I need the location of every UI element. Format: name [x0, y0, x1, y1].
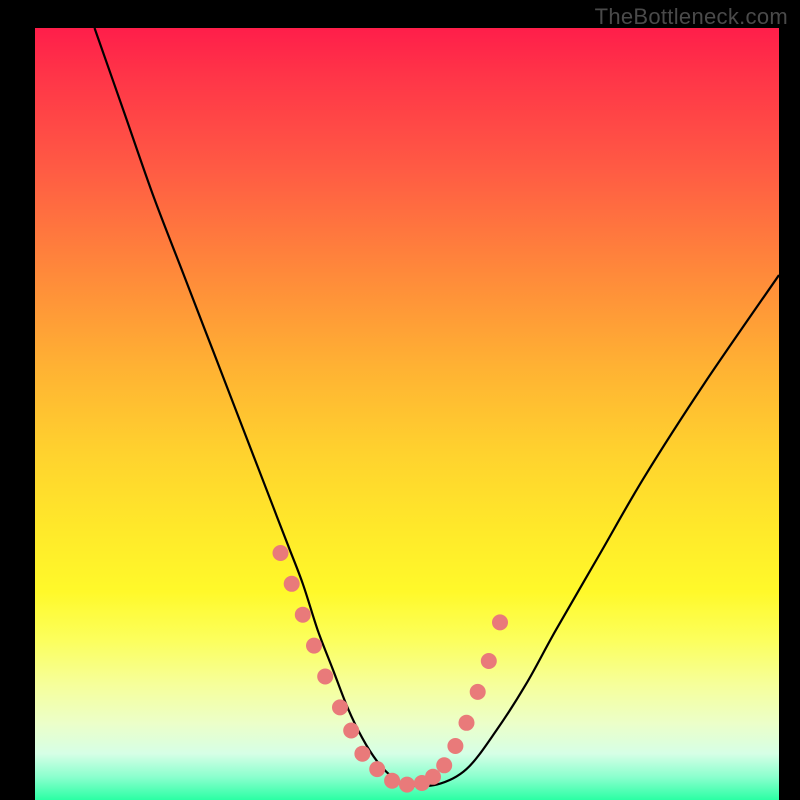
marker-point — [425, 769, 441, 785]
marker-point — [492, 614, 508, 630]
marker-point — [369, 761, 385, 777]
highlight-points — [273, 545, 509, 793]
chart-svg — [35, 28, 779, 800]
marker-point — [273, 545, 289, 561]
marker-point — [481, 653, 497, 669]
marker-point — [447, 738, 463, 754]
marker-point — [354, 746, 370, 762]
marker-point — [284, 576, 300, 592]
watermark-text: TheBottleneck.com — [595, 4, 788, 30]
marker-point — [332, 699, 348, 715]
marker-point — [459, 715, 475, 731]
marker-point — [470, 684, 486, 700]
marker-point — [343, 723, 359, 739]
plot-area — [35, 28, 779, 800]
marker-point — [295, 607, 311, 623]
chart-frame: TheBottleneck.com — [0, 0, 800, 800]
marker-point — [306, 638, 322, 654]
marker-point — [436, 757, 452, 773]
marker-point — [384, 773, 400, 789]
marker-point — [399, 777, 415, 793]
marker-point — [317, 669, 333, 685]
bottleneck-curve — [95, 28, 779, 786]
